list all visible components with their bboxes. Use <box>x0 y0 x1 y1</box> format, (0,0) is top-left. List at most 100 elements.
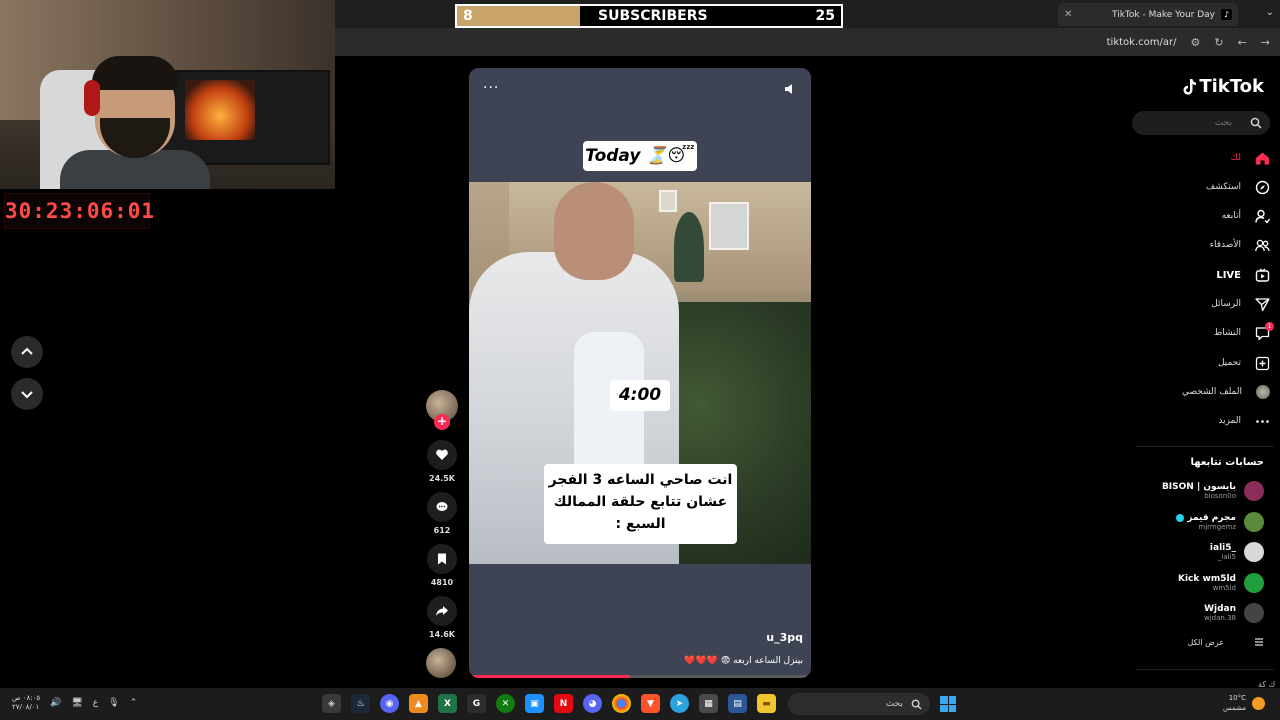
nav-label: LIVE <box>1216 269 1241 281</box>
nav-profile[interactable]: الملف الشخصي <box>1182 382 1270 402</box>
tiktok-logo[interactable]: TikTok <box>1183 76 1264 97</box>
caption-time: 4:00 <box>610 380 670 411</box>
see-all-following[interactable]: عرض الكل <box>1187 637 1264 647</box>
app-excel-icon[interactable]: X <box>438 694 457 713</box>
video-player[interactable]: Today ⏳😴 4:00 انت صاحي الساعه 3 الفجر عش… <box>469 68 811 678</box>
microphone-tray-icon[interactable]: 🎙 <box>108 698 119 708</box>
following-account[interactable]: BISON | بايسون bioson0o <box>1162 479 1264 503</box>
nav-following[interactable]: أتابعه <box>1222 206 1270 226</box>
site-settings-icon[interactable]: ⚙ <box>1190 36 1200 49</box>
share-count: 14.6K <box>429 630 455 639</box>
app-teams-icon[interactable]: ▤ <box>728 694 747 713</box>
list-icon <box>1255 638 1263 646</box>
save-action[interactable]: 4810 <box>426 544 458 587</box>
account-avatar <box>1244 573 1264 593</box>
close-tab-icon[interactable]: ✕ <box>1064 9 1072 20</box>
nav-more[interactable]: المزيد <box>1218 411 1270 431</box>
account-name: BISON | بايسون <box>1161 482 1236 492</box>
back-arrow-icon[interactable]: ← <box>1238 36 1247 49</box>
save-count: 4810 <box>430 578 454 587</box>
reload-icon[interactable]: ↻ <box>1214 36 1223 49</box>
following-account[interactable]: Wjdan wjdan.38 <box>1204 601 1264 625</box>
search-icon[interactable] <box>1250 117 1262 129</box>
see-all-label: عرض الكل <box>1187 637 1224 647</box>
browser-toolbar: tiktok.com/ar/ ⚙ ↻ ← → <box>335 28 1280 56</box>
author-avatar[interactable]: + <box>426 390 458 430</box>
app-telegram-icon[interactable]: ➤ <box>670 694 689 713</box>
app-vlc-icon[interactable]: ▲ <box>409 694 428 713</box>
comment-action[interactable]: 612 <box>426 492 458 535</box>
save-button[interactable] <box>427 544 457 574</box>
nav-label: لك <box>1230 153 1241 163</box>
comment-button[interactable] <box>427 492 457 522</box>
next-video-button[interactable] <box>11 378 43 410</box>
video-author[interactable]: u_3pq <box>766 631 803 644</box>
tray-overflow-icon[interactable]: ⌃ <box>130 698 138 708</box>
search-placeholder: بحث <box>1214 118 1232 128</box>
app-obs-icon[interactable]: ◈ <box>322 694 341 713</box>
app-g-icon[interactable]: G <box>467 694 486 713</box>
subscriber-goal-bar: 8 SUBSCRIBERS 25 <box>455 4 843 28</box>
taskbar-search[interactable]: بحث <box>788 693 930 715</box>
app-chrome-icon[interactable] <box>612 694 631 713</box>
search-input[interactable]: بحث <box>1132 111 1270 135</box>
activity-badge: 1 <box>1265 321 1274 331</box>
account-avatar <box>1244 603 1264 623</box>
language-indicator[interactable]: ع <box>93 698 98 708</box>
windows-start-icon[interactable] <box>940 696 956 712</box>
following-account[interactable]: iali5_ _iali5 <box>1210 540 1264 564</box>
previous-video-button[interactable] <box>11 336 43 368</box>
app-chat-icon[interactable]: ◉ <box>380 694 399 713</box>
like-button[interactable] <box>427 440 457 470</box>
bookmark-icon <box>438 553 446 565</box>
url-text[interactable]: tiktok.com/ar/ <box>1107 37 1177 48</box>
app-discord-icon[interactable]: ◕ <box>583 694 602 713</box>
following-account[interactable]: مجرم قيمز mjrmgemz <box>1173 510 1264 534</box>
app-xbox-icon[interactable]: ✕ <box>496 694 515 713</box>
scene-window <box>659 190 677 212</box>
tiktok-sidebar: TikTok بحث لك استكشف أتابعه الأصدقاء LIV… <box>1130 56 1280 684</box>
volume-icon[interactable] <box>783 82 797 96</box>
video-progress-bar[interactable] <box>473 675 807 678</box>
like-action[interactable]: 24.5K <box>426 440 458 483</box>
network-tray-icon[interactable]: 🖥 <box>71 698 82 708</box>
video-description: بينزل الساعه اربعه 😨 ❤️❤️❤️ <box>684 656 803 666</box>
webcam-headset <box>84 80 100 116</box>
clock-time: ٠٨:٠٥ ص <box>12 694 41 702</box>
nav-friends[interactable]: الأصدقاء <box>1210 235 1270 255</box>
following-account[interactable]: Kick wm5ld wm5ld <box>1178 571 1264 595</box>
app-explorer-icon[interactable]: ▬ <box>757 694 776 713</box>
nav-explore[interactable]: استكشف <box>1206 177 1270 197</box>
nav-live[interactable]: LIVE <box>1216 265 1270 285</box>
clock[interactable]: ٠٨:٠٥ ص ٢٧/٠٨/٠١ <box>12 694 40 712</box>
more-options-icon[interactable]: ··· <box>483 80 499 96</box>
account-avatar <box>1244 512 1264 532</box>
tab-menu-chevron-icon[interactable]: ⌄ <box>1266 7 1274 18</box>
weather-widget[interactable]: 10°C مشمس <box>1220 693 1246 713</box>
app-brave-icon[interactable]: ▼ <box>641 694 660 713</box>
nav-label: أتابعه <box>1221 211 1241 221</box>
subscriber-goal: 25 <box>815 8 835 24</box>
volume-tray-icon[interactable]: 🔊 <box>50 698 61 708</box>
comment-count: 612 <box>433 526 451 535</box>
sound-avatar[interactable] <box>426 648 456 678</box>
app-files-icon[interactable]: ▣ <box>525 694 544 713</box>
nav-upload[interactable]: تحميل <box>1218 353 1270 373</box>
nav-for-you[interactable]: لك <box>1231 148 1270 168</box>
share-button[interactable] <box>427 596 457 626</box>
account-handle: _iali5 <box>1217 553 1236 561</box>
nav-messages[interactable]: الرسائل <box>1211 294 1270 314</box>
nav-label: الأصدقاء <box>1209 240 1241 250</box>
browser-tab[interactable]: ♪ TikTok - Make Your Day ✕ <box>1058 3 1238 26</box>
share-action[interactable]: 14.6K <box>426 596 458 639</box>
sun-icon <box>1252 697 1265 710</box>
app-store-icon[interactable]: ▦ <box>699 694 718 713</box>
nav-activity[interactable]: النشاط 1 <box>1214 321 1274 343</box>
compass-icon <box>1255 180 1270 194</box>
follow-button[interactable]: + <box>434 414 450 430</box>
forward-arrow-icon[interactable]: → <box>1261 36 1270 49</box>
app-steam-icon[interactable]: ♨ <box>351 694 370 713</box>
app-netflix-icon[interactable]: N <box>554 694 573 713</box>
profile-avatar <box>1256 385 1270 399</box>
account-handle: bioson0o <box>1204 492 1236 500</box>
